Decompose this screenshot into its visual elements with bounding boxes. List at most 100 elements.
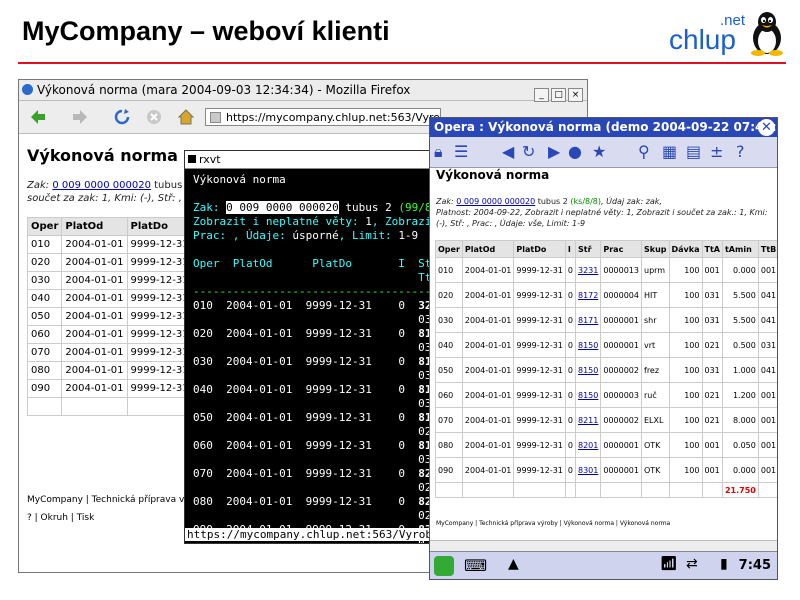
column-header[interactable]: PlatDo [513, 240, 566, 258]
globe-icon[interactable]: ● [568, 143, 582, 161]
table-row: 0902004-01-019999-12-31( [26, 379, 204, 398]
zak-link[interactable]: 0 009 0000 000020 [52, 180, 151, 191]
table-cell: 9999-12-31 [126, 253, 193, 272]
stredisko-link[interactable]: 8150 [578, 391, 598, 400]
forward-arrow-icon[interactable] [71, 108, 89, 126]
filter-line2: Platnost: 2004-09-22, Zobrazit i neplatn… [436, 208, 768, 217]
footer-nav[interactable]: MyCompany | Technická příprava výro [27, 495, 199, 505]
stredisko-link[interactable]: 8172 [578, 291, 598, 300]
firefox-titlebar[interactable]: Výkonová norma (mara 2004-09-03 12:34:34… [19, 80, 587, 102]
table-cell: 2004-01-01 [61, 379, 128, 398]
table-cell: 050 [435, 357, 463, 383]
title-divider [18, 62, 786, 64]
stredisko-link[interactable]: 8171 [578, 316, 598, 325]
soucet-line: součet za zak: 1, Kmi: (-), Stř: , P [27, 193, 192, 204]
maximize-button[interactable]: □ [551, 88, 566, 102]
table-cell: 100 [668, 257, 703, 283]
bookmark-star-icon[interactable]: ★ [592, 143, 606, 161]
column-header[interactable]: I [564, 240, 577, 258]
network-icon: ⇄ [686, 556, 698, 572]
opera-task-icon[interactable]: ▲ [508, 556, 519, 572]
terminal-cell: 030 [193, 355, 213, 368]
search-icon[interactable]: ⚲ [638, 143, 650, 161]
table-cell: 2004-01-01 [61, 343, 128, 362]
zak-link[interactable]: 0 009 0000 000020 [456, 197, 535, 206]
column-header[interactable]: tAmin [721, 240, 759, 258]
table-cell: 040 [435, 332, 463, 358]
table-cell: 0000001 [600, 307, 642, 333]
table-cell: 0000001 [600, 332, 642, 358]
table-cell: 2004-01-01 [461, 307, 515, 333]
page-view-icon[interactable]: ▤ [686, 143, 701, 161]
table-cell: 9999-12-31 [126, 325, 193, 344]
reload-icon[interactable]: ↻ [522, 143, 535, 161]
table-cell: 1.000 [721, 357, 759, 383]
column-header[interactable]: Stř [574, 240, 602, 258]
stredisko-link[interactable]: 3231 [578, 266, 598, 275]
term-line2a: Zobrazit i neplatné věty: [193, 215, 366, 228]
url-bar[interactable]: https://mycompany.chlup.net:563/Vyrob [205, 108, 441, 126]
back-icon[interactable]: ◀ [502, 143, 514, 161]
firefox-icon [22, 84, 33, 95]
table-cell: 8301 [574, 457, 602, 483]
terminal-cell: 9999-12-31 [305, 467, 372, 480]
table-cell: 0000003 [600, 382, 642, 408]
stredisko-link[interactable]: 8211 [578, 416, 598, 425]
table-cell: 100 [668, 282, 703, 308]
table-cell: 0000002 [600, 357, 642, 383]
start-menu-icon[interactable] [434, 556, 454, 576]
rxvt-window-title: rxvt [199, 153, 221, 166]
terminal-cell: 9999-12-31 [305, 383, 372, 396]
footer-links[interactable]: ? | Okruh | Tisk [27, 513, 94, 523]
table-cell: 9999-12-31 [513, 432, 566, 458]
term-header: Oper PlatOd PlatDo I Stř [193, 257, 439, 270]
rxvt-titlebar[interactable]: rxvt [185, 151, 439, 169]
zoom-icon[interactable]: ± [710, 143, 723, 161]
grid-view-icon[interactable]: ▦ [662, 143, 677, 161]
help-icon[interactable]: ? [736, 143, 745, 161]
col-platdo[interactable]: PlatDo [126, 217, 193, 236]
home-icon[interactable] [177, 108, 195, 126]
column-header[interactable]: PlatOd [461, 240, 515, 258]
column-header[interactable]: TtA [701, 240, 723, 258]
table-cell: 001 [757, 382, 777, 408]
stredisko-link[interactable]: 8301 [578, 466, 598, 475]
table-cell: frez [641, 357, 670, 383]
forward-icon[interactable]: ▶ [548, 143, 560, 161]
terminal-cell: 2004-01-01 [226, 327, 293, 340]
stredisko-link[interactable]: 8150 [578, 341, 598, 350]
column-header[interactable]: TtB [757, 240, 777, 258]
col-platod[interactable]: PlatOd [61, 217, 128, 236]
table-row: 030 2004-01-01 9999-12-31 0 8171 0000001 shr 10… [435, 307, 777, 333]
page-footer[interactable]: MyCompany | Technická příprava výroby | … [436, 520, 670, 527]
total-cell [641, 482, 670, 498]
table-cell: 8150 [574, 382, 602, 408]
table-cell: 040 [26, 289, 63, 308]
opera-titlebar[interactable]: Opera : Výkonová norma (demo 2004-09-22 … [430, 118, 777, 137]
keyboard-icon[interactable]: ⌨ [464, 556, 487, 575]
window-menu-icon[interactable] [188, 155, 196, 163]
term-separator: -------------------------------------- [193, 285, 440, 298]
lock-icon[interactable]: 🔒︎ [434, 143, 443, 161]
filter-summary: Zak: 0 009 0000 000020 tubus 2 (ks/8/8),… [436, 196, 774, 229]
col-oper[interactable]: Oper [26, 217, 63, 236]
stredisko-link[interactable]: 8201 [578, 441, 598, 450]
column-header[interactable]: Skup [641, 240, 670, 258]
column-header[interactable]: Prac [600, 240, 642, 258]
term-header2: Tt [193, 271, 432, 284]
reload-icon[interactable] [113, 108, 131, 126]
table-cell: 100 [668, 332, 703, 358]
stop-icon[interactable] [145, 108, 163, 126]
close-button[interactable]: × [568, 88, 583, 102]
stredisko-link[interactable]: 8150 [578, 366, 598, 375]
list-icon[interactable]: ☰ [454, 143, 468, 161]
column-header[interactable]: Oper [435, 240, 463, 258]
close-icon[interactable]: ✕ [758, 119, 775, 136]
column-header[interactable]: Dávka [668, 240, 703, 258]
table-cell: 0000013 [600, 257, 642, 283]
terminal-cell: 9999-12-31 [305, 411, 372, 424]
back-arrow-icon[interactable] [29, 108, 47, 126]
minimize-button[interactable]: _ [534, 88, 549, 102]
table-cell: 080 [26, 361, 63, 380]
horizontal-scrollbar[interactable] [430, 540, 777, 551]
